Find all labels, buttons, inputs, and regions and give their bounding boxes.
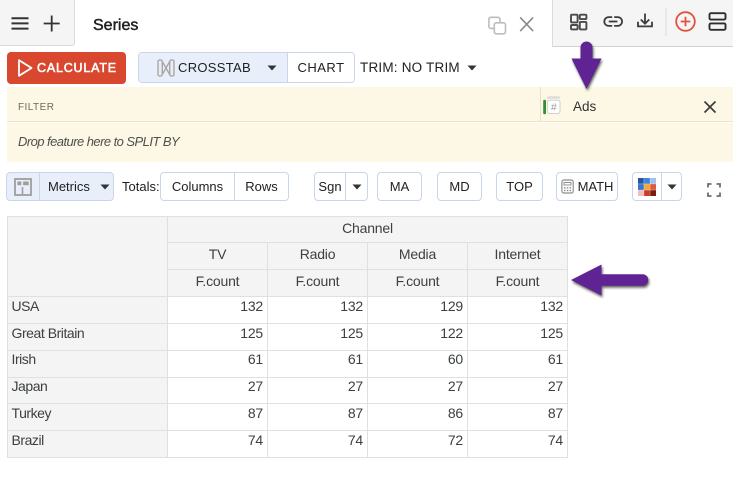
svg-text:#: # xyxy=(551,101,557,113)
